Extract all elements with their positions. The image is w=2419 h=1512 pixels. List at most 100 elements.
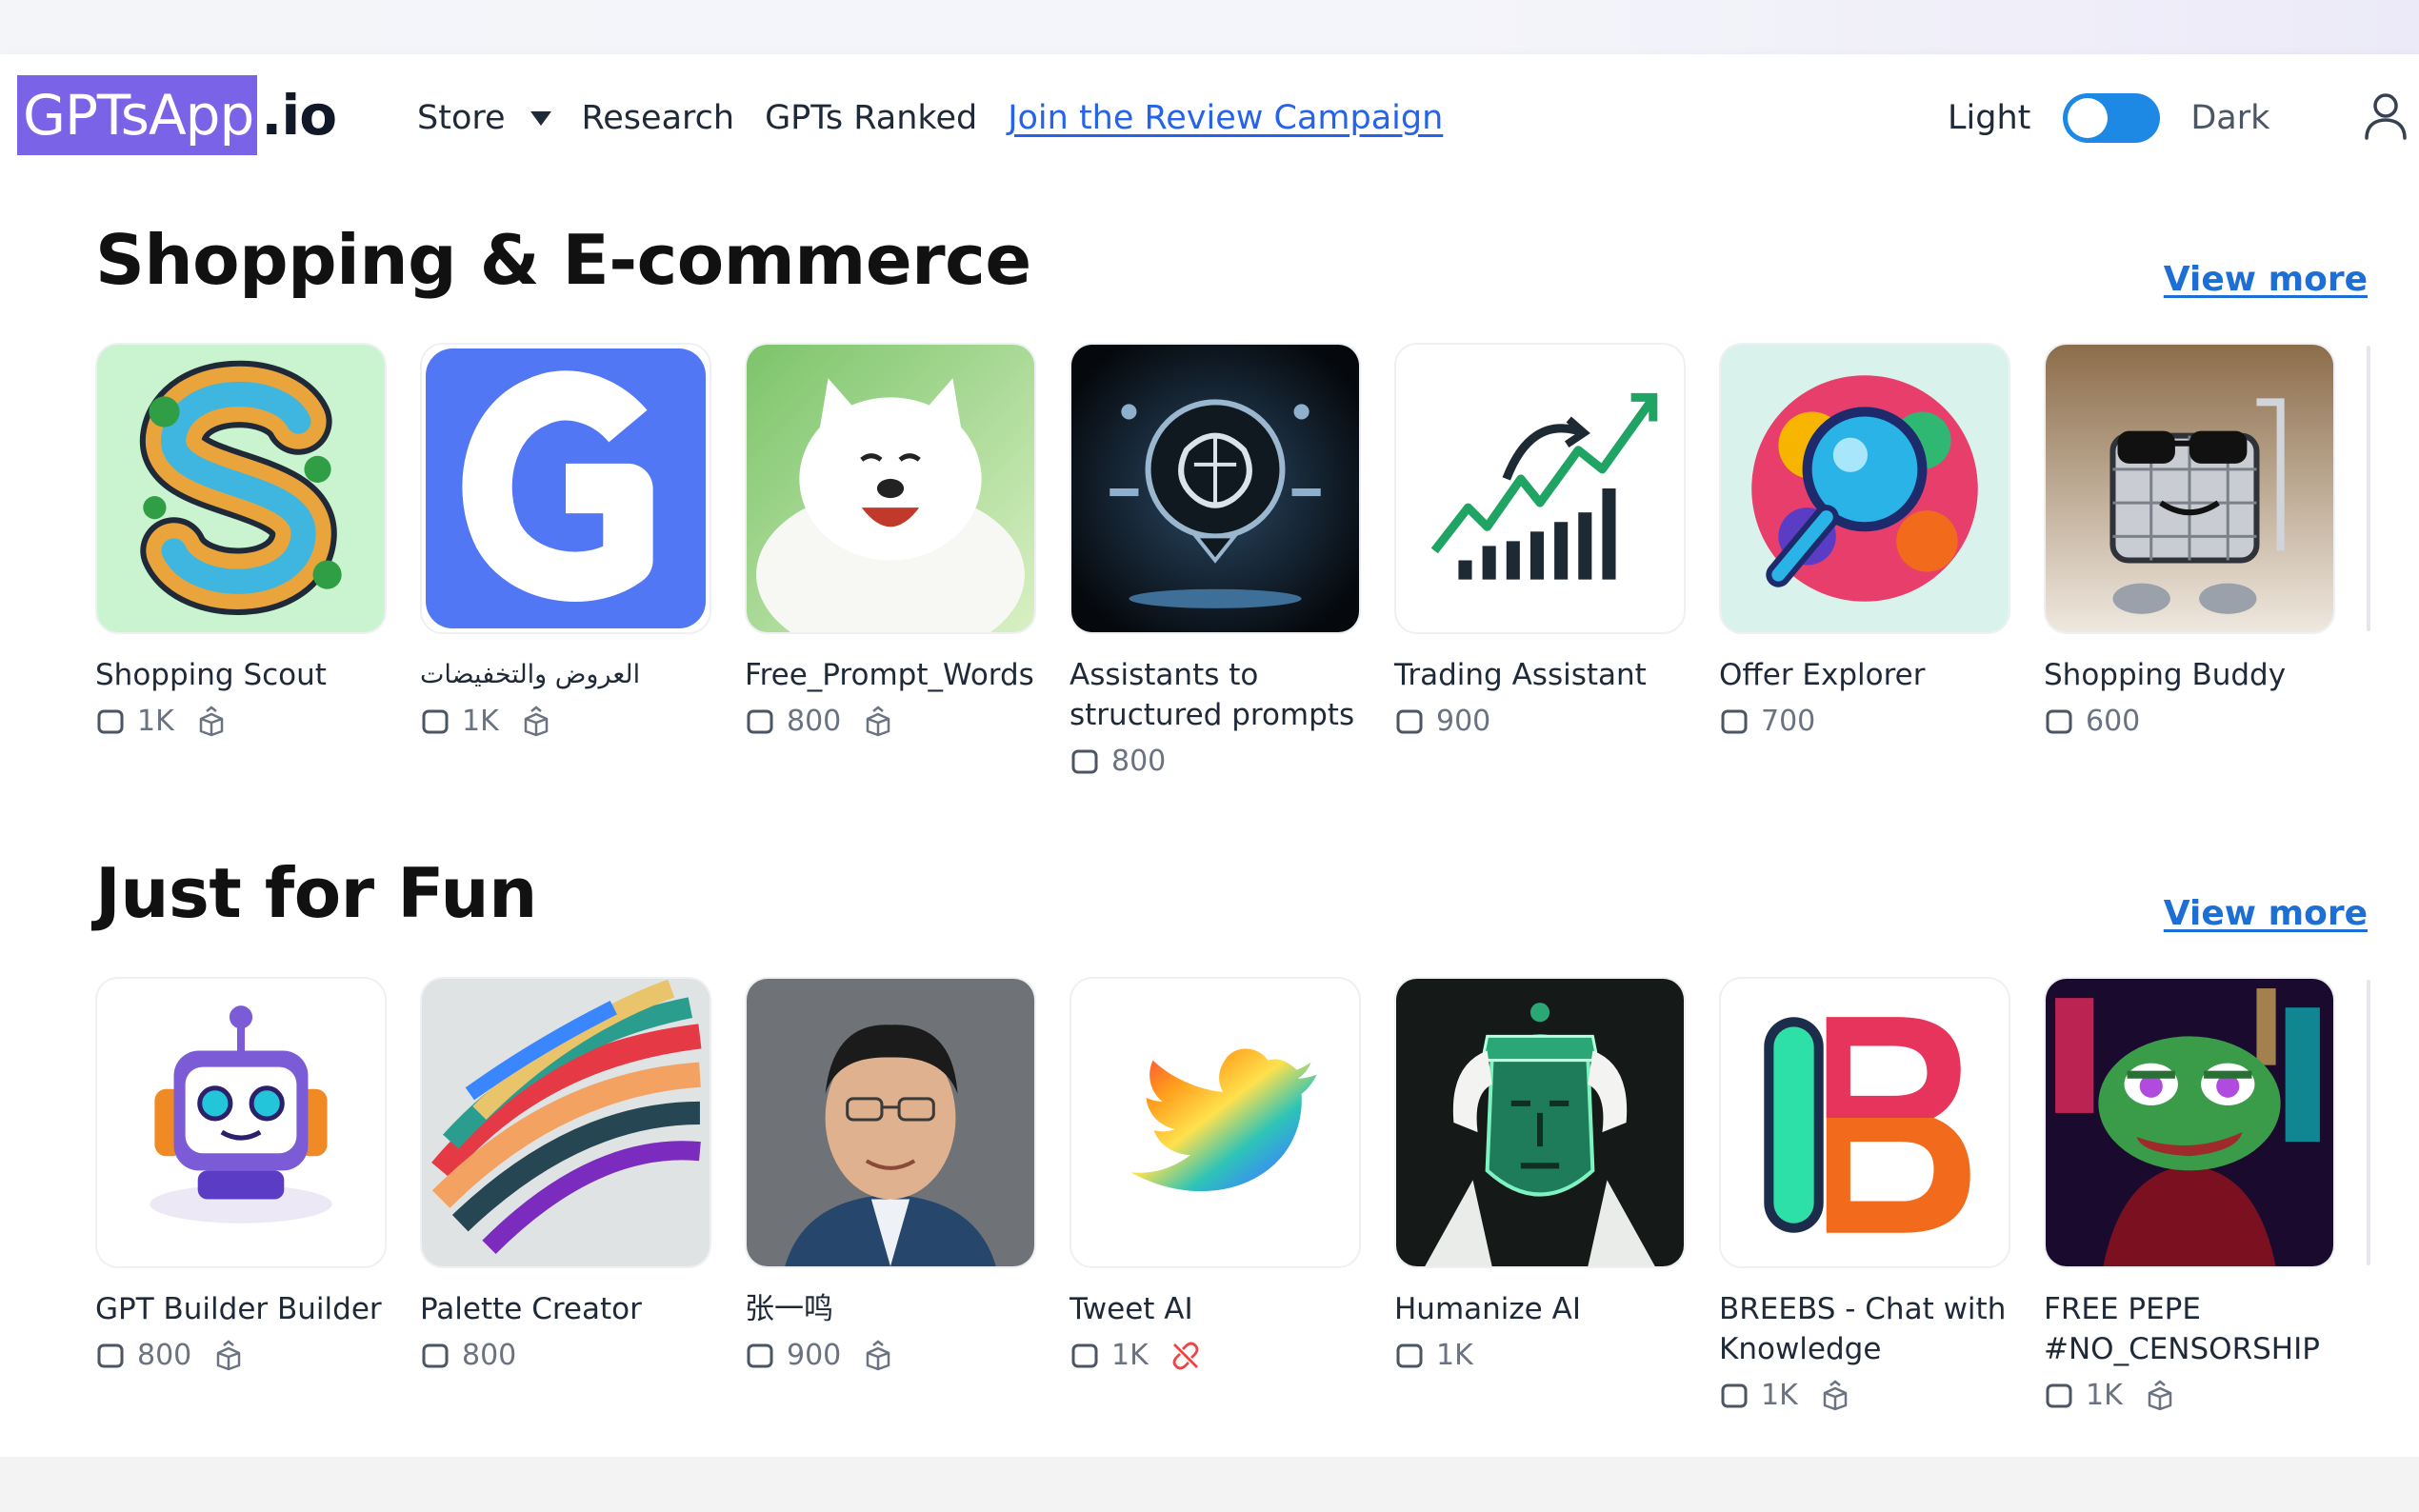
- chat-bubble-icon: [1396, 709, 1423, 733]
- box-icon: [867, 705, 890, 736]
- theme-dark-label: Dark: [2190, 99, 2270, 137]
- chat-bubble-icon: [747, 1343, 773, 1367]
- gpt-card[interactable]: Tweet AI 1K: [1070, 977, 1361, 1412]
- nav-review-campaign-link[interactable]: Join the Review Campaign: [1008, 99, 1443, 137]
- gpt-meta: 1K: [95, 705, 387, 738]
- gpt-conversation-count: 1K: [2086, 1379, 2123, 1412]
- section-title-shopping: Shopping & E-commerce: [95, 220, 1031, 300]
- gpt-conversation-count: 1K: [137, 705, 174, 738]
- gpt-meta: 700: [1719, 705, 2010, 738]
- gpt-meta: 1K: [1719, 1379, 2010, 1412]
- next-card-edge: [2367, 346, 2370, 631]
- gpt-conversation-count: 1K: [462, 705, 499, 738]
- chat-bubble-icon: [1396, 1343, 1423, 1367]
- main-nav: Store Research GPTs Ranked Join the Revi…: [417, 54, 1473, 182]
- user-account-icon[interactable]: [2362, 89, 2409, 146]
- logo-domain: .io: [261, 83, 337, 148]
- chat-bubble-icon: [2046, 1383, 2072, 1407]
- nav-store-dropdown[interactable]: Store: [417, 99, 551, 137]
- gpt-name: العروض والتخفيضات: [420, 660, 641, 689]
- gpt-thumbnail: [95, 343, 387, 634]
- shopping-card-row: Shopping Scout 1K العروض والتخفيضات 1K F…: [95, 343, 2369, 778]
- gpt-card[interactable]: Shopping Scout 1K: [95, 343, 387, 778]
- fun-card-row: GPT Builder Builder 800 Palette Creator …: [95, 977, 2369, 1412]
- top-navbar: GPTsApp .io Store Research GPTs Ranked J…: [0, 54, 2419, 182]
- gpt-card[interactable]: BREEBS - Chat with Knowledge 1K: [1719, 977, 2010, 1412]
- gpt-card[interactable]: Assistants to structured prompts 800: [1070, 343, 1361, 778]
- chat-bubble-icon: [1721, 1383, 1748, 1407]
- gpt-thumbnail: [1394, 343, 1686, 634]
- chat-bubble-icon: [2046, 709, 2072, 733]
- caret-down-icon: [530, 110, 551, 126]
- nav-store-label: Store: [417, 99, 506, 137]
- chat-bubble-icon: [747, 709, 773, 733]
- gpt-card[interactable]: Offer Explorer 700: [1719, 343, 2010, 778]
- gpt-conversation-count: 900: [1436, 705, 1491, 738]
- gpt-thumbnail: [2044, 977, 2335, 1268]
- theme-toggle[interactable]: [2063, 93, 2161, 143]
- gpt-thumbnail: [1719, 343, 2010, 634]
- gpt-card[interactable]: Trading Assistant 900: [1394, 343, 1686, 778]
- gpt-name: GPT Builder Builder: [95, 1292, 382, 1326]
- nav-research[interactable]: Research: [582, 99, 735, 137]
- gpt-name: Free_Prompt_Words: [745, 658, 1034, 692]
- gpt-conversation-count: 1K: [1111, 1339, 1149, 1372]
- gpt-meta: 900: [745, 1339, 1036, 1372]
- gpt-card[interactable]: العروض والتخفيضات 1K: [420, 343, 711, 778]
- gpt-card[interactable]: Humanize AI 1K: [1394, 977, 1686, 1412]
- chat-bubble-icon: [422, 1343, 449, 1367]
- gpt-conversation-count: 1K: [1436, 1339, 1473, 1372]
- box-icon: [867, 1339, 890, 1370]
- logo-highlight: GPTsApp: [17, 75, 258, 155]
- section-title-fun: Just for Fun: [95, 853, 537, 933]
- gpt-conversation-count: 900: [787, 1339, 842, 1372]
- view-more-shopping-link[interactable]: View more: [2164, 260, 2368, 299]
- gpt-meta: 1K: [1070, 1339, 1361, 1372]
- gpt-thumbnail: [1070, 343, 1361, 634]
- gpt-thumbnail: [420, 977, 711, 1268]
- gpt-name: FREE PEPE #NO_CENSORSHIP: [2044, 1292, 2320, 1366]
- theme-switcher: Light Dark: [1948, 54, 2269, 182]
- gpt-name: Offer Explorer: [1719, 658, 1926, 692]
- gpt-thumbnail: [2044, 343, 2335, 634]
- gpt-card[interactable]: Shopping Buddy 600: [2044, 343, 2335, 778]
- theme-light-label: Light: [1948, 99, 2031, 137]
- gpt-conversation-count: 600: [2086, 705, 2141, 738]
- gpt-thumbnail: [1070, 977, 1361, 1268]
- gpt-card[interactable]: Free_Prompt_Words 800: [745, 343, 1036, 778]
- gpt-meta: 800: [95, 1339, 387, 1372]
- gpt-thumbnail: [1719, 977, 2010, 1268]
- gpt-name: Palette Creator: [420, 1292, 642, 1326]
- gpt-thumbnail: [745, 343, 1036, 634]
- next-card-edge: [2367, 980, 2370, 1265]
- view-more-fun-link[interactable]: View more: [2164, 894, 2368, 933]
- box-icon: [199, 705, 224, 736]
- gpt-name: Shopping Scout: [95, 658, 327, 692]
- chat-bubble-icon: [97, 709, 124, 733]
- gpt-meta: 1K: [1394, 1339, 1686, 1372]
- gpt-card[interactable]: 张一鸣 900: [745, 977, 1036, 1412]
- gpt-thumbnail: [745, 977, 1036, 1268]
- gpt-card[interactable]: FREE PEPE #NO_CENSORSHIP 1K: [2044, 977, 2335, 1412]
- chat-bubble-icon: [422, 709, 449, 733]
- broken-link-icon: [1172, 1342, 1199, 1369]
- gpt-thumbnail: [420, 343, 711, 634]
- chat-bubble-icon: [1071, 749, 1098, 773]
- gpt-conversation-count: 800: [137, 1339, 192, 1372]
- gpt-card[interactable]: GPT Builder Builder 800: [95, 977, 387, 1412]
- box-icon: [524, 705, 549, 736]
- gpt-name: Humanize AI: [1394, 1292, 1581, 1326]
- gpt-conversation-count: 800: [787, 705, 842, 738]
- chat-bubble-icon: [97, 1343, 124, 1367]
- gpt-meta: 800: [1070, 745, 1361, 778]
- main-content: Shopping & E-commerce View more Shopping…: [0, 182, 2419, 1457]
- chat-bubble-icon: [1721, 709, 1748, 733]
- gpt-name: Assistants to structured prompts: [1070, 658, 1355, 732]
- gpt-name: Tweet AI: [1070, 1292, 1193, 1326]
- gpt-thumbnail: [95, 977, 387, 1268]
- site-logo[interactable]: GPTsApp .io: [17, 75, 337, 155]
- gpt-card[interactable]: Palette Creator 800: [420, 977, 711, 1412]
- gpt-conversation-count: 1K: [1761, 1379, 1798, 1412]
- nav-gpts-ranked[interactable]: GPTs Ranked: [765, 99, 977, 137]
- box-icon: [2148, 1379, 2172, 1410]
